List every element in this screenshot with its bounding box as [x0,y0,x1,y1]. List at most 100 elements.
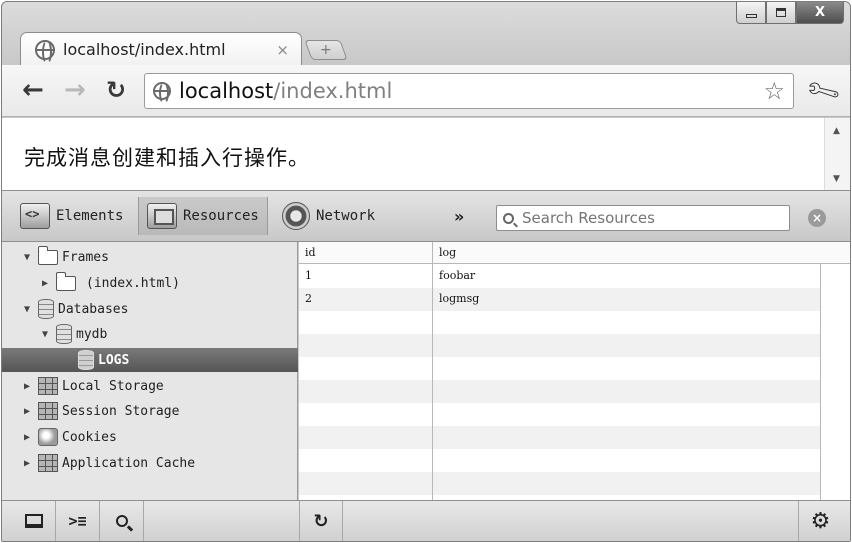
collapsed-triangle-icon[interactable]: ▶ [24,458,38,469]
devtools-status-bar: >≡ ↻ ⚙ [2,500,850,541]
sidebar-item-session-storage[interactable]: ▶ Session Storage [24,399,179,423]
sidebar-item-label: LOGS [98,352,130,368]
cell-id: 1 [305,269,312,282]
empty-row [299,380,820,403]
resources-sidebar: ▼ Frames ▶ (index.html) ▼ Databases ▼ my… [2,242,298,500]
address-bar[interactable]: localhost/index.html ☆ [144,73,794,109]
sidebar-item-local-storage[interactable]: ▶ Local Storage [24,374,164,398]
maximize-button[interactable] [766,2,796,24]
tab-network-label: Network [316,208,376,224]
database-icon [56,324,72,344]
folder-icon [55,271,76,291]
sidebar-item-label: Cookies [62,429,117,445]
expanded-triangle-icon[interactable]: ▼ [24,252,38,263]
sidebar-item-frames[interactable]: ▼ Frames [24,245,109,269]
sidebar-item-label: Frames [62,249,109,265]
sidebar-item-mydb[interactable]: ▼ mydb [42,322,107,346]
resources-icon [147,203,177,229]
table-icon [78,350,94,370]
empty-row [299,472,820,495]
empty-row [299,334,820,357]
sidebar-item-databases[interactable]: ▼ Databases [24,297,128,321]
dock-button[interactable] [12,501,56,541]
sidebar-item-label: Local Storage [62,378,164,394]
cell-log: foobar [439,269,476,282]
wrench-menu-icon[interactable]: 🔧︎ [803,71,843,110]
page-content: 完成消息创建和插入行操作。 ▲ ▼ [2,118,850,190]
minimize-button[interactable] [736,2,766,24]
tab-title: localhost/index.html [63,40,226,59]
tab-close-button[interactable]: × [276,41,289,59]
refresh-button[interactable]: ↻ [299,501,343,541]
table-row[interactable]: 2 logmsg [299,288,820,311]
more-tabs-button[interactable]: » [454,207,464,226]
dock-icon [24,514,43,528]
tab-resources[interactable]: Resources [138,197,268,235]
empty-row [299,311,820,334]
storage-grid-icon [38,377,58,395]
search-resources-input[interactable] [522,209,772,227]
grid-scrollbar[interactable] [820,264,850,500]
sidebar-item-label: (index.html) [86,275,180,291]
search-icon [503,212,514,224]
sidebar-item-logs[interactable]: LOGS [2,348,298,372]
sidebar-item-label: mydb [76,326,108,342]
globe-icon [35,39,55,64]
scroll-up-icon[interactable]: ▲ [833,126,840,136]
console-button[interactable]: >≡ [56,501,100,541]
close-window-button[interactable]: X [796,2,844,24]
cookie-icon [38,428,58,446]
empty-row [299,449,820,472]
expanded-triangle-icon[interactable]: ▼ [42,329,56,340]
sidebar-item-label: Application Cache [62,455,196,471]
minimize-icon [745,13,757,18]
browser-tab[interactable]: localhost/index.html × [20,32,302,66]
search-resources-field[interactable] [496,205,790,231]
inspect-search-button[interactable] [100,501,144,541]
network-icon [282,202,310,230]
plus-icon: + [320,42,332,58]
column-header-log[interactable]: log [439,246,456,259]
expanded-triangle-icon[interactable]: ▼ [24,304,38,315]
tab-elements-label: Elements [56,208,124,224]
collapsed-triangle-icon[interactable]: ▶ [42,278,56,289]
back-button[interactable]: ← [22,75,44,105]
page-message: 完成消息创建和插入行操作。 [24,146,310,170]
empty-row [299,426,820,449]
settings-button[interactable]: ⚙ [798,501,842,541]
table-row[interactable]: 1 foobar [299,265,820,288]
close-devtools-button[interactable]: × [808,209,826,227]
storage-grid-icon [38,454,58,472]
collapsed-triangle-icon[interactable]: ▶ [24,432,38,443]
scroll-down-icon[interactable]: ▼ [833,174,840,184]
table-header: id log [299,242,850,264]
sidebar-item-label: Databases [58,301,129,317]
column-divider[interactable] [432,242,433,500]
tab-elements[interactable]: Elements [12,197,131,235]
sidebar-item-label: Session Storage [62,403,180,419]
console-icon: >≡ [68,512,87,530]
tab-network[interactable]: Network [274,197,383,235]
gear-icon: ⚙ [810,508,831,534]
browser-window: X localhost/index.html × + ← → ↻ localho… [1,1,851,542]
storage-grid-icon [38,402,58,420]
devtools-toolbar: Elements Resources Network » × [2,190,850,242]
window-controls: X [736,2,844,24]
collapsed-triangle-icon[interactable]: ▶ [24,406,38,417]
sidebar-item-cookies[interactable]: ▶ Cookies [24,425,117,449]
new-tab-button[interactable]: + [304,40,348,60]
reload-button[interactable]: ↻ [106,75,126,105]
page-scrollbar[interactable]: ▲ ▼ [824,118,850,190]
cell-id: 2 [305,292,312,305]
page-info-icon[interactable] [153,82,171,104]
refresh-icon: ↻ [313,510,329,532]
sidebar-item-application-cache[interactable]: ▶ Application Cache [24,451,195,475]
sidebar-item-index-html[interactable]: ▶ (index.html) [42,271,180,295]
database-icon [38,299,54,319]
bookmark-star-icon[interactable]: ☆ [763,77,785,105]
collapsed-triangle-icon[interactable]: ▶ [24,381,38,392]
search-icon [115,515,128,527]
column-header-id[interactable]: id [305,246,316,259]
elements-icon [20,203,50,229]
forward-button[interactable]: → [64,75,86,105]
